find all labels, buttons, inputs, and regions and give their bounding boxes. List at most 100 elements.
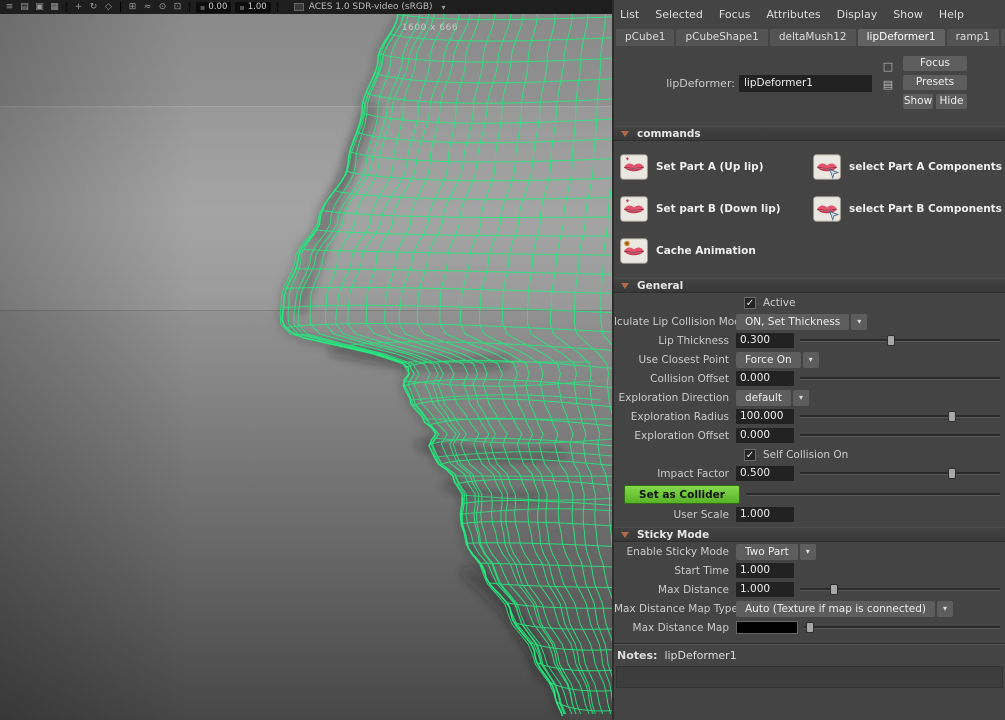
sticky-mode-section-header[interactable]: Sticky Mode: [614, 527, 1005, 542]
slider-groove[interactable]: [800, 377, 1000, 380]
tab-lipDeformer1[interactable]: lipDeformer1: [857, 29, 945, 46]
chevron-down-icon[interactable]: ▾: [799, 543, 816, 560]
viewport-toolbar: ≡ ▤ ▣ ▦ + ↻ ◇ ⊞ ≈ ⊙ ⊡ ▪ 0.00 ▪ 1.00 ACES 1.0 SDR-video …: [0, 0, 612, 14]
enable-sticky-mode-dropdown[interactable]: Two Part: [736, 543, 798, 560]
move-tool-icon[interactable]: +: [73, 0, 84, 14]
select-part-a-button[interactable]: select Part A Components: [809, 146, 1003, 188]
collision-offset-slider[interactable]: [800, 371, 1002, 386]
commands-section-header[interactable]: commands: [614, 126, 1005, 141]
cache-animation-button[interactable]: Cache Animation: [616, 230, 809, 272]
node-name-field[interactable]: lipDeformer1: [739, 75, 872, 92]
tab-place2dTex[interactable]: place2dTex: [1000, 29, 1005, 46]
chevron-down-icon[interactable]: ▾: [792, 389, 809, 406]
max-distance-field[interactable]: 1.000: [736, 582, 794, 597]
max-distance-map-row: Max Distance Map: [614, 618, 1005, 637]
menu-focus[interactable]: Focus: [719, 8, 750, 21]
field-grip-icon: ▪: [239, 2, 245, 12]
show-attributes-icon[interactable]: ▤: [881, 78, 895, 92]
menu-attributes[interactable]: Attributes: [766, 8, 820, 21]
attribute-editor-menubar: List Selected Focus Attributes Display Show He…: [614, 0, 1005, 26]
tab-ramp1[interactable]: ramp1: [946, 29, 999, 46]
gamma-field[interactable]: ▪ 1.00: [235, 1, 271, 13]
exposure-field[interactable]: ▪ 0.00: [196, 1, 232, 13]
user-scale-field[interactable]: 1.000: [736, 507, 794, 522]
chevron-down-icon[interactable]: ▾: [802, 351, 819, 368]
scale-tool-icon[interactable]: ◇: [103, 0, 114, 14]
notes-value: lipDeformer1: [664, 649, 737, 662]
tab-pCubeShape1[interactable]: pCubeShape1: [676, 29, 768, 46]
hide-button[interactable]: Hide: [936, 94, 967, 109]
notes-label: Notes:: [617, 649, 658, 662]
presets-button[interactable]: Presets: [903, 75, 967, 90]
slider-knob[interactable]: [830, 584, 839, 595]
exploration-offset-field[interactable]: 0.000: [736, 428, 794, 443]
active-checkbox[interactable]: ✓: [744, 296, 756, 309]
snap-to-curve-icon[interactable]: ≈: [142, 0, 153, 14]
select-part-b-button[interactable]: select Part B Components: [809, 188, 1003, 230]
menu-selected[interactable]: Selected: [655, 8, 703, 21]
toolbar-divider: [120, 2, 121, 12]
notes-text-area[interactable]: [616, 666, 1003, 688]
exploration-offset-row: Exploration Offset 0.000: [614, 426, 1005, 445]
user-scale-label: User Scale: [673, 508, 729, 521]
menu-show[interactable]: Show: [893, 8, 923, 21]
max-distance-map-slider[interactable]: [804, 620, 1002, 635]
panel-menu-icon[interactable]: ≡: [4, 0, 15, 14]
start-time-field[interactable]: 1.000: [736, 563, 794, 578]
exploration-radius-slider[interactable]: [800, 409, 1002, 424]
lips-set-b-icon: [620, 195, 648, 223]
max-distance-slider[interactable]: [800, 582, 1002, 597]
collision-offset-field[interactable]: 0.000: [736, 371, 794, 386]
snap-to-grid-icon[interactable]: ⊞: [127, 0, 138, 14]
general-section-header[interactable]: General: [614, 278, 1005, 293]
slider-groove[interactable]: [800, 472, 1000, 475]
focus-button[interactable]: Focus: [903, 56, 967, 71]
set-part-b-button[interactable]: Set part B (Down lip): [616, 188, 809, 230]
show-button[interactable]: Show: [903, 94, 933, 109]
impact-factor-field[interactable]: 0.500: [736, 466, 794, 481]
collision-mode-dropdown[interactable]: ON, Set Thickness: [736, 313, 850, 330]
collider-slider[interactable]: [746, 487, 1002, 502]
slider-groove[interactable]: [800, 339, 1000, 342]
exploration-direction-dropdown[interactable]: default: [736, 389, 791, 406]
exploration-offset-slider[interactable]: [800, 428, 1002, 443]
self-collision-checkbox[interactable]: ✓: [744, 448, 756, 461]
max-distance-map-label: Max Distance Map: [632, 621, 729, 634]
chevron-down-icon[interactable]: ▾: [937, 600, 954, 617]
copy-tab-icon[interactable]: □: [881, 60, 895, 74]
rotate-tool-icon[interactable]: ↻: [88, 0, 99, 14]
snap-to-point-icon[interactable]: ⊙: [157, 0, 168, 14]
impact-factor-slider[interactable]: [800, 466, 1002, 481]
slider-knob[interactable]: [886, 335, 895, 346]
select-by-object-icon[interactable]: ▣: [34, 0, 45, 14]
chevron-down-icon[interactable]: ▾: [851, 313, 868, 330]
set-part-b-label: Set part B (Down lip): [656, 203, 781, 215]
tab-pCube1[interactable]: pCube1: [616, 29, 675, 46]
menu-help[interactable]: Help: [939, 8, 964, 21]
lip-thickness-slider[interactable]: [800, 333, 1002, 348]
view-transform-dropdown[interactable]: ACES 1.0 SDR-video (sRGB) ▾: [293, 2, 446, 12]
slider-knob[interactable]: [947, 468, 956, 479]
menu-display[interactable]: Display: [837, 8, 878, 21]
exploration-radius-field[interactable]: 100.000: [736, 409, 794, 424]
max-distance-map-type-dropdown[interactable]: Auto (Texture if map is connected): [736, 600, 936, 617]
set-part-a-button[interactable]: Set Part A (Up lip): [616, 146, 809, 188]
select-by-component-icon[interactable]: ▦: [49, 0, 60, 14]
slider-groove[interactable]: [800, 434, 1000, 437]
max-distance-map-swatch[interactable]: [736, 621, 798, 634]
lip-thickness-field[interactable]: 0.300: [736, 333, 794, 348]
slider-knob[interactable]: [947, 411, 956, 422]
slider-groove[interactable]: [800, 415, 1000, 418]
tab-deltaMush12[interactable]: deltaMush12: [769, 29, 856, 46]
slider-groove[interactable]: [804, 626, 1000, 629]
snap-to-plane-icon[interactable]: ⊡: [172, 0, 183, 14]
menu-list[interactable]: List: [620, 8, 639, 21]
select-by-hierarchy-icon[interactable]: ▤: [19, 0, 30, 14]
use-closest-point-dropdown[interactable]: Force On: [736, 351, 801, 368]
viewport-canvas[interactable]: [0, 14, 612, 720]
exploration-radius-label: Exploration Radius: [630, 410, 729, 423]
self-collision-row: ✓ Self Collision On: [614, 445, 1005, 464]
set-as-collider-button[interactable]: Set as Collider: [624, 484, 740, 504]
slider-groove[interactable]: [746, 492, 1000, 496]
slider-knob[interactable]: [805, 622, 814, 633]
